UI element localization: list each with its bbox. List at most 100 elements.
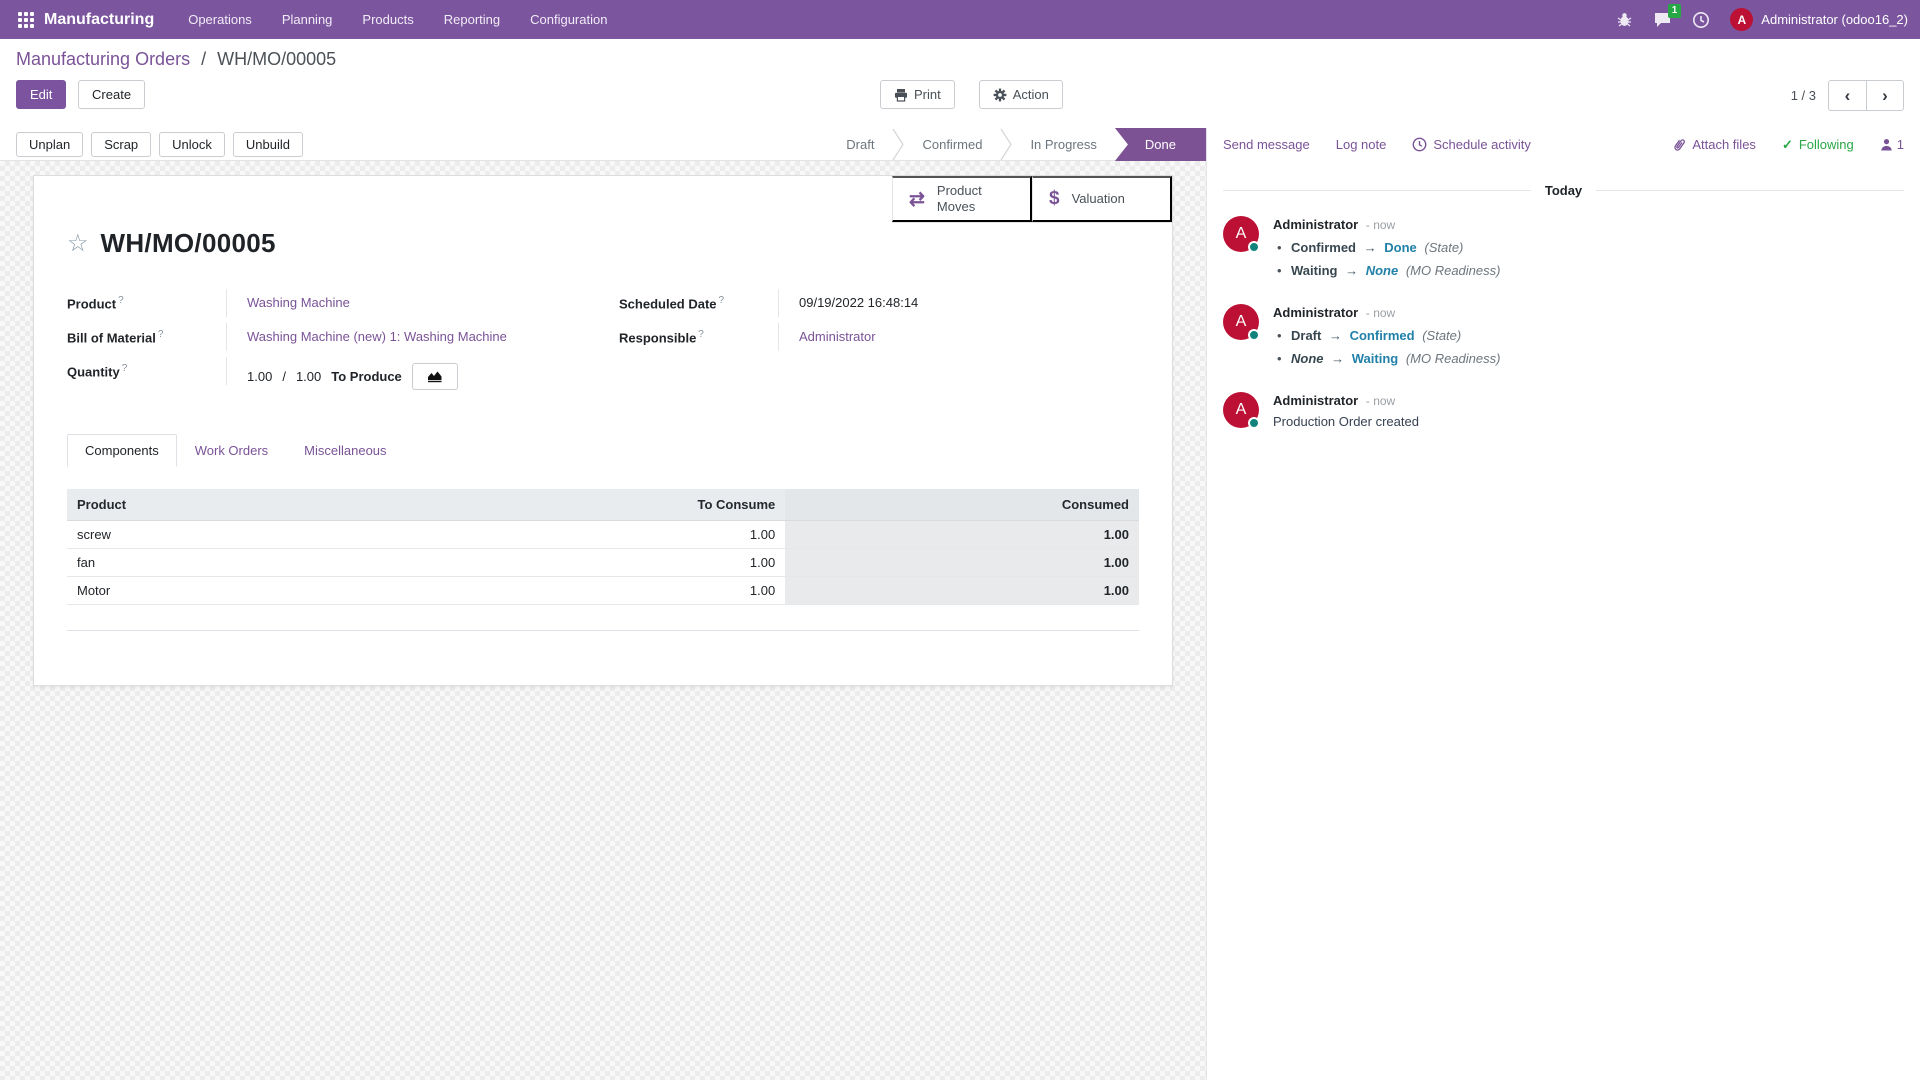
notebook-tabs: Components Work Orders Miscellaneous (67, 434, 1139, 467)
scrap-button[interactable]: Scrap (91, 132, 151, 157)
gear-icon (993, 88, 1007, 102)
edit-button[interactable]: Edit (16, 80, 66, 109)
column-header-to-consume[interactable]: To Consume (378, 489, 785, 521)
responsible-label: Responsible? (619, 323, 779, 351)
avatar: A (1223, 216, 1259, 252)
print-button[interactable]: Print (880, 80, 955, 109)
menu-products[interactable]: Products (362, 12, 413, 27)
field-group: Product? Washing Machine Bill of Materia… (67, 289, 1139, 396)
scheduled-date-value: 09/19/2022 16:48:14 (779, 289, 918, 316)
smart-buttons: ⇄ Product Moves $ Valuation (892, 176, 1172, 223)
responsible-value-link[interactable]: Administrator (799, 329, 876, 344)
pager-previous-button[interactable]: ‹ (1828, 80, 1866, 111)
stage-draft[interactable]: Draft (828, 128, 892, 161)
components-header-row: Product To Consume Consumed (67, 489, 1139, 521)
field-quantity: Quantity? 1.00 / 1.00 To Produce (67, 357, 587, 396)
column-header-consumed[interactable]: Consumed (785, 489, 1139, 521)
help-icon: ? (719, 295, 725, 306)
bom-value-link[interactable]: Washing Machine (new) 1: Washing Machine (247, 329, 507, 344)
stage-in-progress[interactable]: In Progress (1012, 128, 1114, 161)
cell-consumed: 1.00 (785, 549, 1139, 577)
followers-button[interactable]: 1 (1880, 137, 1904, 152)
cell-consumed: 1.00 (785, 521, 1139, 549)
help-icon: ? (122, 363, 128, 374)
form-background: ⇄ Product Moves $ Valuation ☆ WH/MO/0000… (0, 161, 1206, 1080)
breadcrumb-parent-link[interactable]: Manufacturing Orders (16, 49, 190, 69)
cell-to-consume: 1.00 (378, 549, 785, 577)
quantity-separator: / (282, 369, 286, 384)
quantity-total: 1.00 (296, 369, 321, 384)
help-icon: ? (118, 295, 124, 306)
help-icon: ? (698, 329, 704, 340)
cell-to-consume: 1.00 (378, 521, 785, 549)
date-divider-label: Today (1545, 183, 1582, 198)
pager-next-button[interactable]: › (1866, 80, 1904, 111)
unbuild-button[interactable]: Unbuild (233, 132, 303, 157)
user-menu[interactable]: A Administrator (odoo16_2) (1730, 8, 1908, 31)
arrow-right-icon: → (1331, 351, 1344, 366)
record-title: WH/MO/00005 (101, 228, 276, 259)
bom-label: Bill of Material? (67, 323, 227, 351)
avatar: A (1223, 304, 1259, 340)
quantity-suffix: To Produce (331, 369, 402, 384)
cell-product: fan (67, 549, 378, 577)
valuation-button[interactable]: $ Valuation (1032, 176, 1172, 222)
message-author: Administrator (1273, 217, 1358, 232)
action-button[interactable]: Action (979, 80, 1063, 109)
components-table: Product To Consume Consumed screw 1.00 1… (67, 489, 1139, 605)
stage-separator (1000, 128, 1012, 161)
activities-clock-icon[interactable] (1692, 11, 1710, 29)
menu-planning[interactable]: Planning (282, 12, 333, 27)
avatar: A (1223, 392, 1259, 428)
message-body: Production Order created (1273, 412, 1419, 432)
attach-files-button[interactable]: Attach files (1673, 137, 1756, 152)
quantity-label: Quantity? (67, 357, 227, 385)
menu-configuration[interactable]: Configuration (530, 12, 607, 27)
breadcrumb-separator: / (201, 49, 206, 69)
product-moves-button[interactable]: ⇄ Product Moves (892, 176, 1032, 222)
messages-icon[interactable]: 1 (1653, 11, 1672, 28)
arrow-right-icon: → (1329, 328, 1342, 343)
field-bill-of-material: Bill of Material? Washing Machine (new) … (67, 323, 587, 357)
control-panel: Manufacturing Orders / WH/MO/00005 Edit … (0, 39, 1920, 128)
tab-miscellaneous[interactable]: Miscellaneous (286, 434, 404, 467)
send-message-button[interactable]: Send message (1223, 137, 1310, 152)
following-button[interactable]: ✓ Following (1782, 137, 1854, 153)
table-row[interactable]: Motor 1.00 1.00 (67, 577, 1139, 605)
tab-components[interactable]: Components (67, 434, 177, 467)
exchange-arrows-icon: ⇄ (909, 188, 925, 211)
form-sheet: ⇄ Product Moves $ Valuation ☆ WH/MO/0000… (33, 175, 1173, 686)
field-responsible: Responsible? Administrator (619, 323, 1139, 357)
chevron-left-icon: ‹ (1845, 86, 1851, 106)
tab-work-orders[interactable]: Work Orders (177, 434, 286, 467)
pager-value: 1 / 3 (1791, 88, 1816, 103)
chatter-message: A Administrator - now Production Order c… (1223, 392, 1904, 432)
user-name: Administrator (odoo16_2) (1761, 12, 1908, 27)
favorite-star-icon[interactable]: ☆ (67, 232, 89, 256)
unplan-button[interactable]: Unplan (16, 132, 83, 157)
message-author: Administrator (1273, 305, 1358, 320)
product-value-link[interactable]: Washing Machine (247, 295, 350, 310)
clock-icon (1412, 137, 1427, 152)
stage-done[interactable]: Done (1115, 128, 1206, 161)
forecast-report-button[interactable] (412, 363, 458, 390)
tracking-change: None → Waiting (MO Readiness) (1273, 347, 1500, 370)
user-avatar: A (1730, 8, 1753, 31)
help-icon: ? (158, 329, 164, 340)
product-label: Product? (67, 289, 227, 317)
table-row[interactable]: fan 1.00 1.00 (67, 549, 1139, 577)
debug-bug-icon[interactable] (1616, 11, 1633, 28)
table-row[interactable]: screw 1.00 1.00 (67, 521, 1139, 549)
schedule-activity-button[interactable]: Schedule activity (1412, 137, 1531, 152)
log-note-button[interactable]: Log note (1336, 137, 1387, 152)
menu-reporting[interactable]: Reporting (444, 12, 500, 27)
column-header-product[interactable]: Product (67, 489, 378, 521)
menu-operations[interactable]: Operations (188, 12, 252, 27)
create-button[interactable]: Create (78, 80, 145, 109)
apps-grid-icon[interactable] (18, 12, 34, 28)
unlock-button[interactable]: Unlock (159, 132, 225, 157)
breadcrumb: Manufacturing Orders / WH/MO/00005 (16, 49, 1904, 70)
dollar-icon: $ (1049, 188, 1060, 210)
stage-confirmed[interactable]: Confirmed (904, 128, 1000, 161)
app-name[interactable]: Manufacturing (44, 11, 154, 29)
